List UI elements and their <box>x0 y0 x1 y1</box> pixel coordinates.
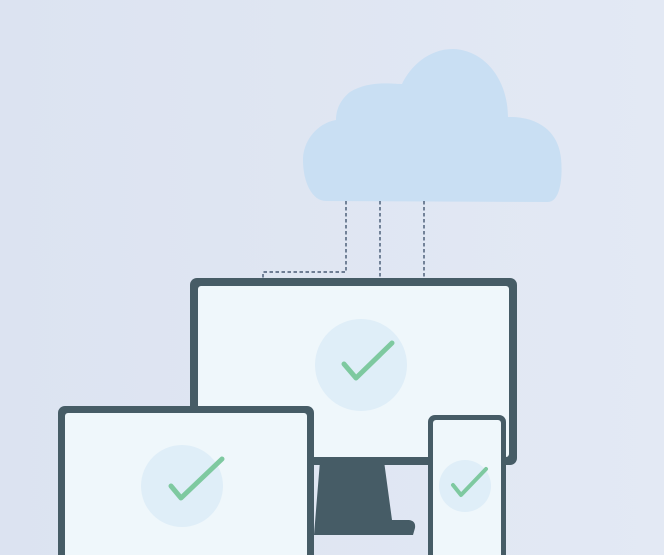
phone-check-circle <box>439 460 491 512</box>
cloud-sync-illustration <box>0 0 664 555</box>
monitor-check-circle <box>315 319 407 411</box>
illustration-canvas <box>0 0 664 555</box>
phone <box>428 415 506 555</box>
laptop-check-circle <box>141 445 223 527</box>
laptop <box>58 406 314 555</box>
